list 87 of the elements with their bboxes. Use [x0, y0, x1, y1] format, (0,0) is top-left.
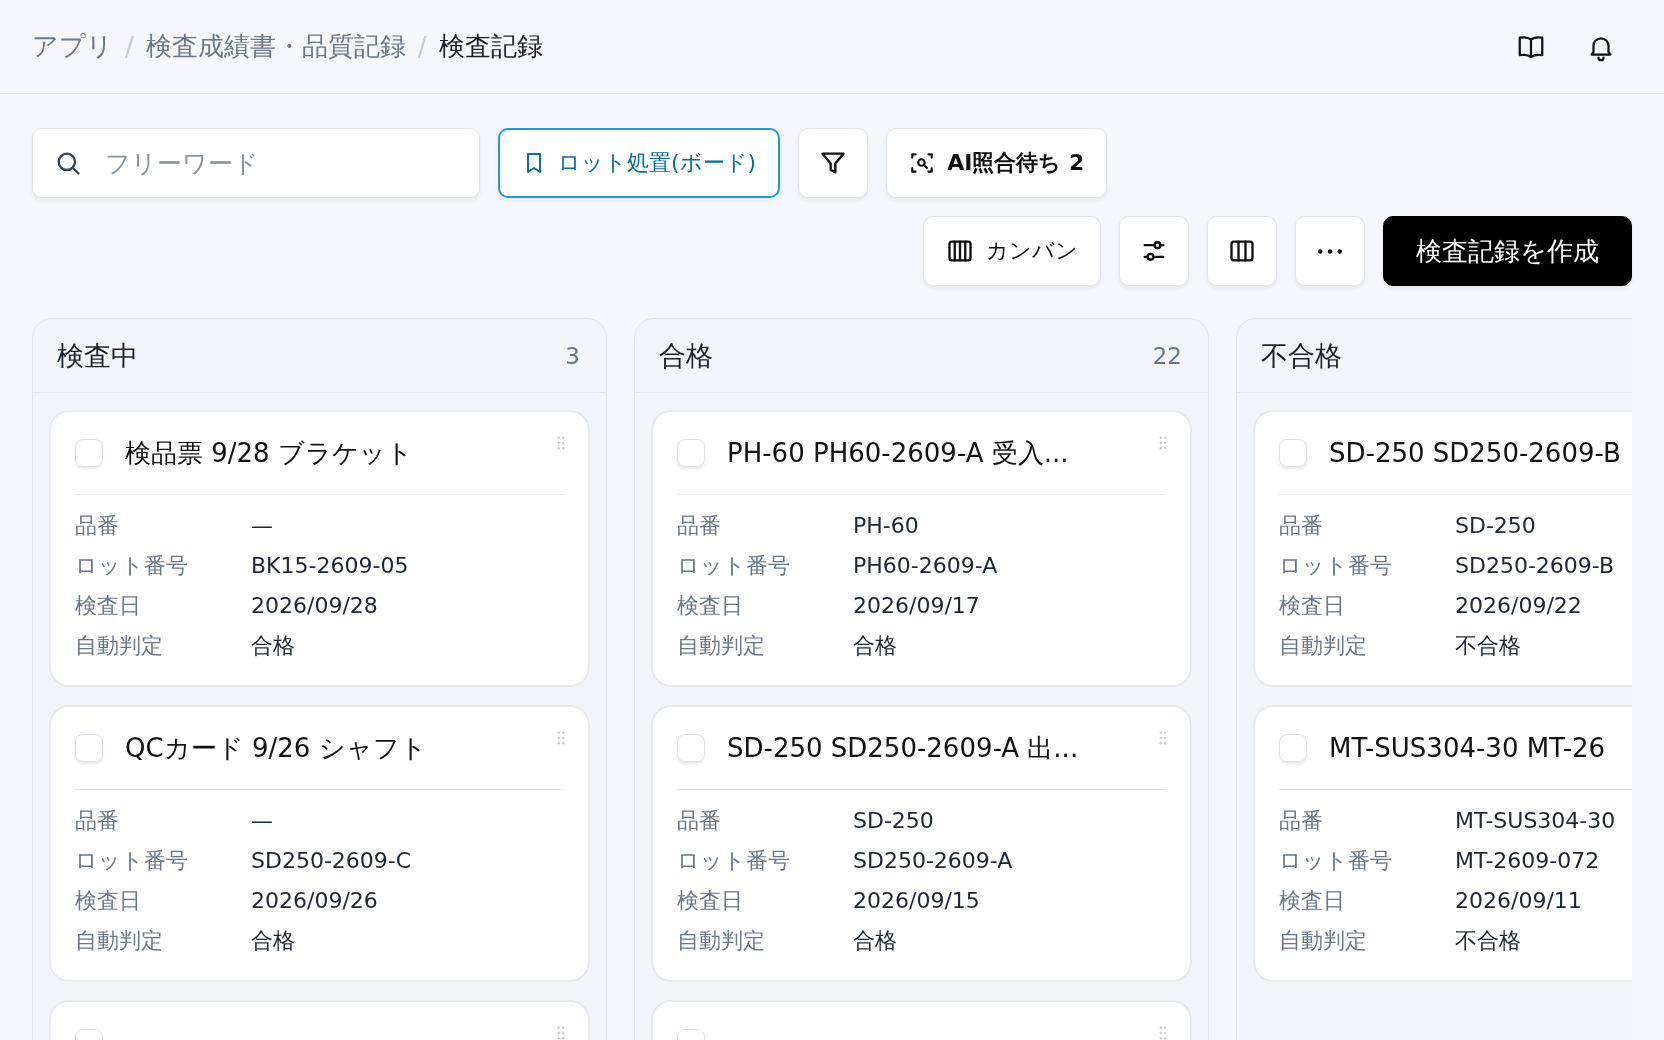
field-label: 自動判定 — [677, 927, 766, 955]
field-label: 品番 — [677, 807, 722, 835]
field-label: 自動判定 — [677, 632, 766, 660]
field-value: 合格 — [251, 927, 296, 955]
field-value: SD250-2609-B — [1455, 552, 1616, 580]
card-title: QCカード 9/26 シャフト — [125, 731, 427, 765]
more-icon — [1318, 248, 1342, 254]
card-title: SD-250 SD250-2609-B — [1329, 438, 1621, 468]
field-label: 検査日 — [677, 592, 744, 620]
field-value: 2026/09/28 — [251, 592, 379, 620]
field-label: ロット番号 — [1279, 552, 1393, 580]
field-label: ロット番号 — [75, 552, 189, 580]
board-toggle-button[interactable]: ロット処置(ボード) — [498, 128, 781, 198]
column-title: 不合格 — [1261, 338, 1342, 373]
field-value: — — [251, 807, 274, 835]
breadcrumb-link[interactable]: 検査成績書・品質記録 — [145, 29, 406, 64]
field-label: ロット番号 — [677, 847, 791, 875]
field-label: 検査日 — [1279, 592, 1346, 620]
checkbox[interactable] — [1279, 734, 1307, 762]
record-card[interactable]: QCカード 9/26 シャフト 品番 — ロット番号 SD250-2609-C 検査日 2026/09/26 自動判定 合格 — [49, 705, 590, 982]
field-label: 品番 — [1279, 807, 1324, 835]
checkbox[interactable] — [677, 734, 705, 762]
field-label: 自動判定 — [1279, 632, 1368, 660]
field-value: 2026/09/26 — [251, 887, 379, 915]
field-label: ロット番号 — [677, 552, 791, 580]
checkbox[interactable] — [1279, 439, 1307, 467]
view-button[interactable]: カンバン — [923, 216, 1101, 286]
field-value: 2026/09/15 — [853, 887, 981, 915]
field-value: BK15-2609-05 — [251, 552, 410, 580]
record-card[interactable]: PH-60 PH60-2609-A 受入... 品番 PH-60 ロット番号 PH60-2609-A 検査日 2026/09/17 自動判定 合格 — [651, 410, 1192, 687]
field-value: 不合格 — [1455, 927, 1522, 955]
field-value: — — [251, 512, 274, 540]
checkbox[interactable] — [75, 734, 103, 762]
column-title: 検査中 — [57, 338, 138, 373]
field-value: 2026/09/22 — [1455, 592, 1583, 620]
field-label: 検査日 — [1279, 887, 1346, 915]
field-value: MT-2609-072 — [1455, 847, 1601, 875]
settings-button[interactable] — [1119, 216, 1189, 286]
checkbox[interactable] — [75, 439, 103, 467]
card-title: 検品票 9/28 ブラケット — [125, 436, 413, 470]
field-value: PH60-2609-A — [853, 552, 999, 580]
field-value: MT-SUS304-30 — [1455, 807, 1617, 835]
card-title: SD-250 SD250-2609-A 出... — [727, 731, 1079, 765]
field-value: SD250-2609-C — [251, 847, 413, 875]
field-value: 合格 — [251, 632, 296, 660]
field-value: 合格 — [853, 927, 898, 955]
record-card[interactable]: SD-250 SD250-2609-B 品番 SD-250 ロット番号 SD250-2609-B 検査日 2026/09/22 自動判定 不合格 — [1253, 410, 1632, 687]
field-value: 合格 — [853, 632, 898, 660]
scan-search-icon — [909, 150, 936, 176]
record-card[interactable]: 検品票 9/28 ブラケット 品番 — ロット番号 BK15-2609-05 検査日 2026/09/28 自動判定 合格 — [49, 410, 590, 687]
field-label: ロット番号 — [75, 847, 189, 875]
filter-button[interactable] — [798, 128, 869, 198]
column-count: 22 — [1152, 342, 1182, 369]
field-label: 検査日 — [75, 887, 142, 915]
field-label: 検査日 — [75, 592, 142, 620]
field-label: 品番 — [75, 512, 120, 540]
field-value: 不合格 — [1455, 632, 1522, 660]
field-value: 2026/09/17 — [853, 592, 981, 620]
create-button[interactable]: 検査記録を作成 — [1383, 216, 1632, 286]
field-value: SD-250 — [1455, 512, 1537, 540]
field-label: 自動判定 — [75, 632, 164, 660]
columns-button[interactable] — [1207, 216, 1277, 286]
field-label: 品番 — [677, 512, 722, 540]
card-title: MT-SUS304-30 MT-26 — [1329, 733, 1606, 763]
column-count: 3 — [565, 342, 580, 369]
field-label: 自動判定 — [1279, 927, 1368, 955]
search-field[interactable]: フリーワード — [32, 128, 480, 198]
checkbox[interactable] — [677, 439, 705, 467]
field-value: PH-60 — [853, 512, 920, 540]
field-label: 品番 — [1279, 512, 1324, 540]
ai-match-button[interactable]: AI照合待ち 2 — [886, 128, 1108, 198]
field-value: 2026/09/11 — [1455, 887, 1583, 915]
record-card[interactable]: MT-SUS304-30 MT-26 品番 MT-SUS304-30 ロット番号 MT-2609-072 検査日 2026/09/11 自動判定 不合格 — [1253, 705, 1632, 982]
field-value: SD250-2609-A — [853, 847, 1014, 875]
more-button[interactable] — [1295, 216, 1365, 286]
record-card[interactable]: SD-250 SD250-2609-A 出... 品番 SD-250 ロット番号 SD250-2609-A 検査日 2026/09/15 自動判定 合格 — [651, 705, 1192, 982]
field-label: ロット番号 — [1279, 847, 1393, 875]
field-label: 検査日 — [677, 887, 744, 915]
field-value: SD-250 — [853, 807, 935, 835]
breadcrumb-current: 検査記録 — [438, 30, 543, 63]
breadcrumb-separator: / — [125, 31, 134, 62]
field-label: 品番 — [75, 807, 120, 835]
card-title: PH-60 PH60-2609-A 受入... — [727, 436, 1069, 470]
breadcrumb-link[interactable]: アプリ — [32, 29, 113, 64]
field-label: 自動判定 — [75, 927, 164, 955]
column-title: 合格 — [659, 338, 713, 373]
breadcrumb-separator: / — [417, 31, 427, 62]
